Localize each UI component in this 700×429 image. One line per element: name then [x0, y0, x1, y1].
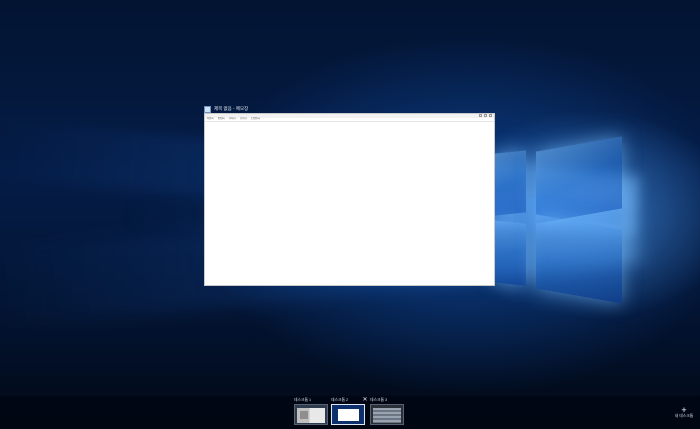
- plus-icon: +: [681, 405, 687, 415]
- minimize-icon: [479, 114, 482, 117]
- menu-item-help: 도움말(H): [250, 118, 260, 121]
- desktop-thumbnail[interactable]: [370, 404, 404, 425]
- desktop-2[interactable]: 데스크톱 2: [331, 396, 365, 425]
- desktop-label: 데스크톱 2: [331, 398, 349, 402]
- logo-pane: [536, 136, 622, 224]
- desktop-label: 데스크톱 1: [294, 398, 312, 402]
- window-title: 제목 없음 - 메모장: [214, 106, 249, 111]
- logo-pane: [536, 214, 622, 304]
- desktop-3[interactable]: 데스크톱 3: [370, 396, 404, 425]
- close-icon[interactable]: ✕: [362, 397, 368, 403]
- maximize-icon: [484, 114, 487, 117]
- desktop-label: 데스크톱 3: [370, 398, 388, 402]
- windows-logo-wallpaper: [470, 130, 640, 310]
- logo-pane: [494, 220, 526, 286]
- desktop-thumbnail[interactable]: [331, 404, 365, 425]
- close-window-icon: [489, 114, 492, 117]
- notepad-icon: [204, 105, 211, 113]
- desktop-thumbnail[interactable]: [294, 404, 328, 425]
- new-desktop-label: 새 데스크톱: [674, 414, 694, 418]
- desktop-1[interactable]: 데스크톱 1: [294, 396, 328, 425]
- menu-item-edit: 편집(E): [217, 118, 225, 121]
- menu-item-view: 보기(V): [239, 118, 247, 121]
- menu-item-file: 파일(F): [207, 118, 214, 121]
- menu-bar: 파일(F) 편집(E) 서식(O) 보기(V) 도움말(H): [205, 118, 494, 122]
- new-desktop-button[interactable]: + 새 데스크톱: [672, 406, 696, 419]
- menu-item-format: 서식(O): [228, 118, 236, 121]
- logo-pane: [494, 150, 526, 216]
- notepad-window-thumbnail[interactable]: 파일(F) 편집(E) 서식(O) 보기(V) 도움말(H): [204, 113, 495, 286]
